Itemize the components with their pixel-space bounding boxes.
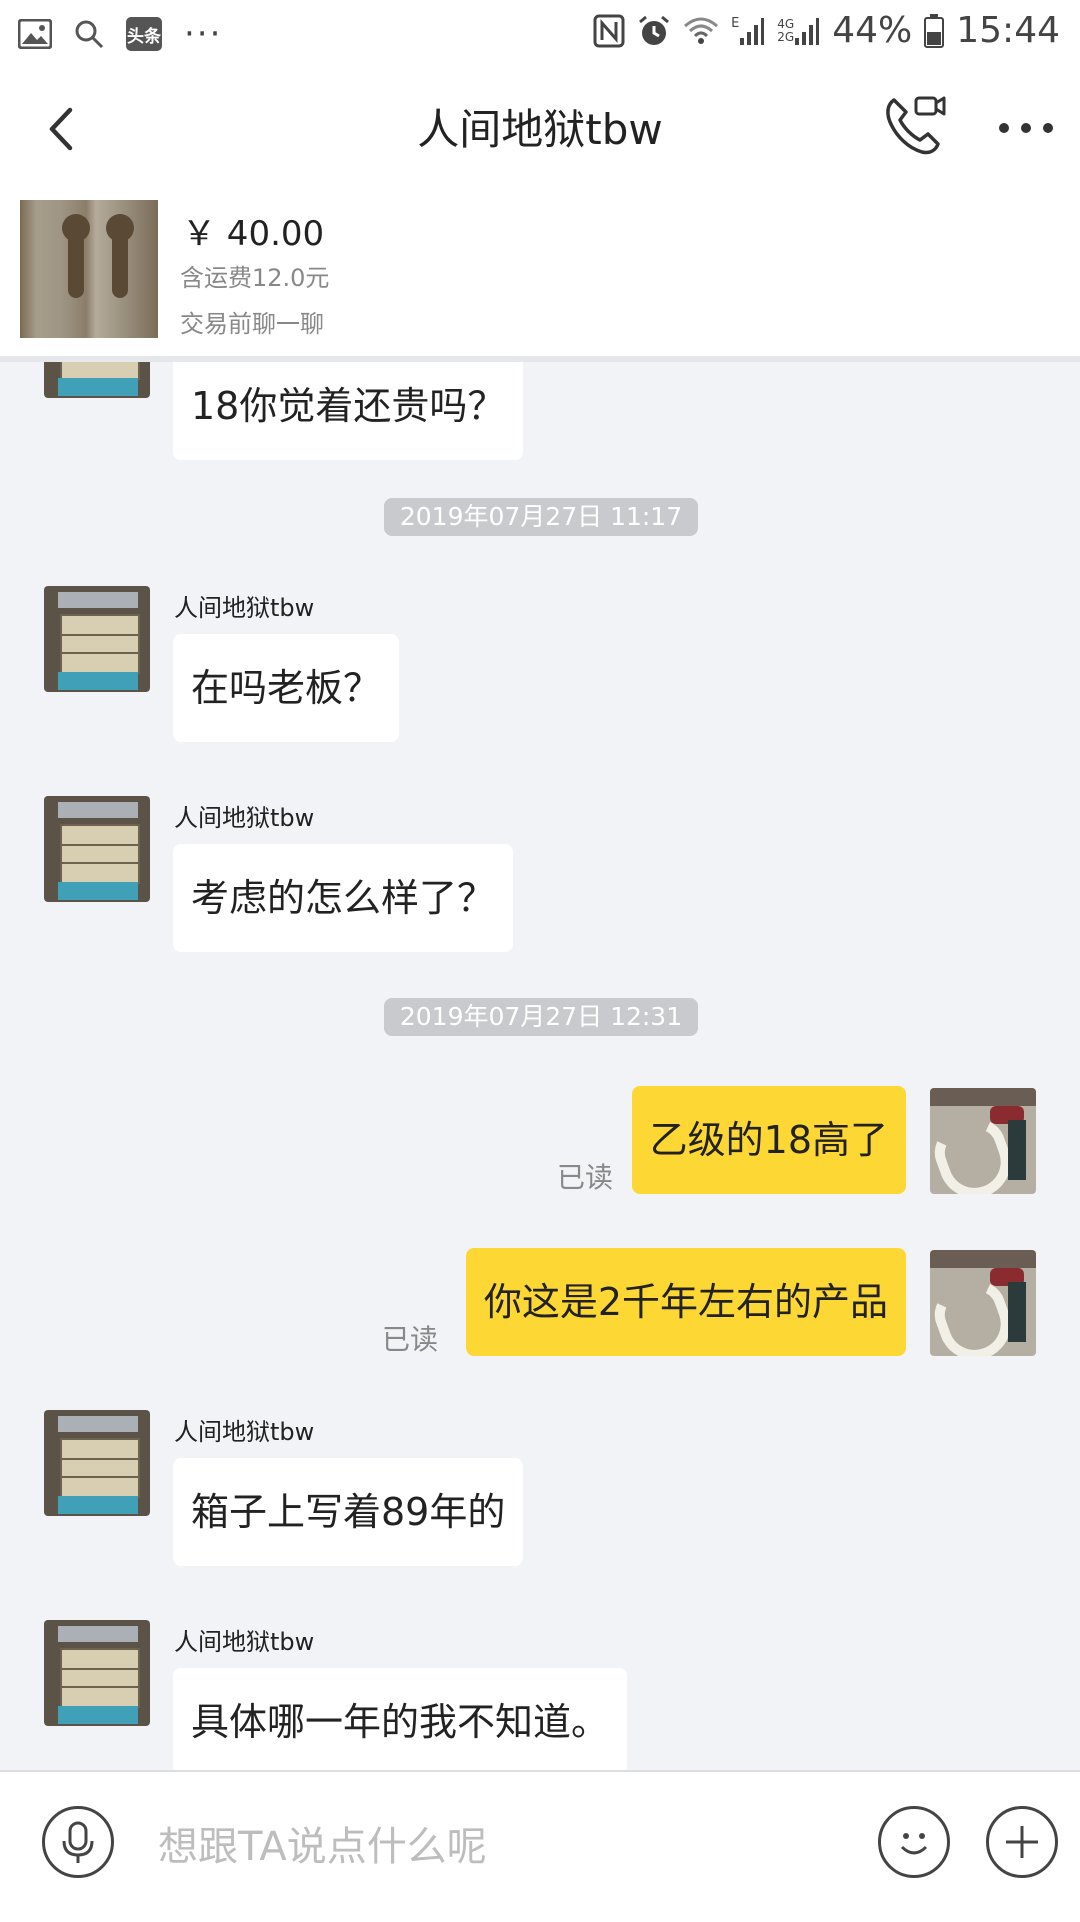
wifi-icon	[683, 16, 719, 46]
back-arrow-icon	[49, 107, 73, 151]
avatar[interactable]	[44, 1620, 150, 1726]
more-dots-icon	[999, 123, 1053, 133]
sender-name: 人间地狱tbw	[174, 804, 315, 832]
read-receipt: 已读	[557, 1161, 614, 1194]
search-icon	[74, 19, 104, 49]
sender-name: 人间地狱tbw	[174, 1628, 315, 1656]
clock: 15:44	[956, 10, 1060, 51]
alarm-icon	[637, 14, 671, 48]
signal-4g-icon: 4G 2G	[777, 16, 820, 46]
message-list[interactable]: 18你觉着还贵吗？ 2019年07月27日 11:17 人间地狱tbw 在吗老板…	[0, 362, 1080, 1770]
avatar[interactable]	[44, 362, 150, 398]
plus-icon	[1006, 1826, 1038, 1858]
product-card[interactable]: ￥ 40.00 含运费12.0元 交易前聊一聊	[0, 196, 1080, 362]
more-options-button[interactable]	[996, 116, 1056, 140]
nfc-icon	[593, 14, 625, 48]
network-2g-label: 2G	[777, 29, 795, 44]
back-button[interactable]	[40, 94, 90, 164]
message-input[interactable]: 想跟TA说点什么呢	[158, 1814, 487, 1872]
message-bubble-incoming[interactable]: 在吗老板？	[173, 634, 400, 742]
emoji-button[interactable]	[878, 1806, 950, 1878]
add-attachment-button[interactable]	[986, 1806, 1058, 1878]
signal-e-icon: E	[731, 16, 765, 46]
phone-video-icon	[886, 96, 946, 155]
status-bar: 头条 ··· E 4G 2G 44% 15:44	[0, 0, 1080, 66]
network-e-label: E	[731, 15, 740, 31]
microphone-icon	[62, 1821, 94, 1863]
message-bubble-outgoing[interactable]: 你这是2千年左右的产品	[465, 1248, 906, 1356]
read-receipt: 已读	[382, 1323, 439, 1356]
gallery-icon	[18, 19, 52, 49]
more-notifications-icon: ···	[184, 14, 223, 54]
battery-icon	[924, 13, 945, 48]
emoji-icon	[900, 1833, 928, 1855]
message-bubble-incoming[interactable]: 考虑的怎么样了？	[173, 844, 514, 952]
message-bubble-outgoing[interactable]: 乙级的18高了	[631, 1086, 906, 1194]
battery-percent: 44%	[832, 10, 913, 51]
chat-header: 人间地狱tbw	[0, 66, 1080, 196]
avatar[interactable]	[44, 586, 150, 692]
message-bubble-incoming[interactable]: 18你觉着还贵吗？	[173, 362, 524, 460]
timestamp: 2019年07月27日 12:31	[384, 998, 698, 1036]
timestamp: 2019年07月27日 11:17	[384, 498, 698, 536]
voice-button[interactable]	[42, 1806, 114, 1878]
toutiao-app-icon: 头条	[126, 17, 162, 51]
avatar[interactable]	[44, 796, 150, 902]
message-bubble-incoming[interactable]: 箱子上写着89年的	[173, 1458, 524, 1566]
chat-before-trade-label: 交易前聊一聊	[180, 310, 324, 338]
my-avatar[interactable]	[930, 1250, 1036, 1356]
shipping-fee: 含运费12.0元	[180, 264, 330, 292]
product-image[interactable]	[20, 200, 158, 338]
avatar[interactable]	[44, 1410, 150, 1516]
sender-name: 人间地狱tbw	[174, 1418, 315, 1446]
call-button[interactable]	[880, 90, 950, 160]
sender-name: 人间地狱tbw	[174, 594, 315, 622]
message-input-bar: 想跟TA说点什么呢	[0, 1770, 1080, 1922]
message-bubble-incoming[interactable]: 具体哪一年的我不知道。	[173, 1668, 628, 1770]
network-4g-label: 4G	[777, 16, 795, 31]
my-avatar[interactable]	[930, 1088, 1036, 1194]
product-price: ￥ 40.00	[182, 214, 325, 254]
